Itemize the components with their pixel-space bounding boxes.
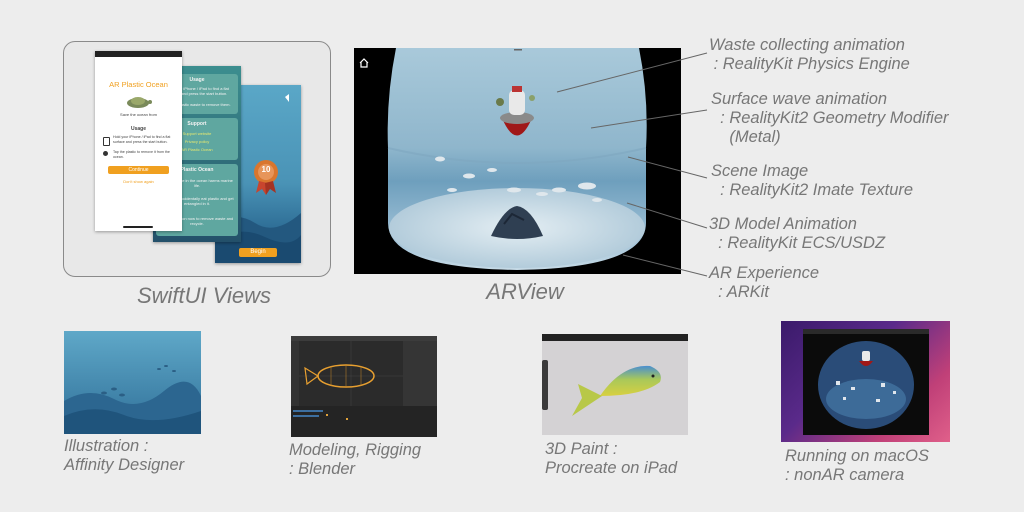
annotation-physics: Waste collecting animation : RealityKit … (709, 36, 910, 74)
annotation-title: 3D Model Animation (709, 215, 857, 233)
annotation-title: Waste collecting animation (709, 36, 905, 54)
illustration-thumbnail (64, 331, 201, 434)
annotation-ecs-usdz: 3D Model Animation : RealityKit ECS/USDZ (709, 215, 885, 253)
annotation-sub: : RealityKit Physics Engine (709, 55, 910, 73)
blender-caption: Modeling, Rigging : Blender (289, 441, 421, 479)
annotation-image-texture: Scene Image : RealityKit2 Imate Texture (711, 162, 913, 200)
annotation-sub: : ARKit (709, 283, 769, 301)
caption-line-1: Running on macOS (785, 447, 929, 465)
annotation-title: Scene Image (711, 162, 809, 180)
caption-line-1: 3D Paint : (545, 440, 618, 458)
procreate-thumbnail (542, 334, 688, 435)
caption-line-2: : nonAR camera (785, 466, 905, 484)
caption-line-1: Illustration : (64, 437, 149, 455)
annotation-sub: : RealityKit2 Geometry Modifier (Metal) (720, 109, 949, 146)
blender-thumbnail (291, 336, 437, 437)
caption-line-2: : Blender (289, 460, 356, 478)
caption-line-1: Modeling, Rigging (289, 441, 422, 459)
illustration-caption: Illustration : Affinity Designer (64, 437, 184, 475)
annotation-title: Surface wave animation (711, 90, 888, 108)
caption-line-2: Procreate on iPad (545, 459, 678, 477)
annotation-title: AR Experience (709, 264, 820, 282)
annotation-sub: : RealityKit ECS/USDZ (709, 234, 886, 252)
fish-icon (600, 365, 661, 396)
macos-thumbnail (781, 321, 950, 442)
caption-line-2: Affinity Designer (64, 456, 185, 474)
annotation-geometry-modifier: Surface wave animation : RealityKit2 Geo… (711, 90, 949, 147)
procreate-caption: 3D Paint : Procreate on iPad (545, 440, 677, 478)
annotation-arkit: AR Experience : ARKit (709, 264, 819, 302)
annotation-sub: : RealityKit2 Imate Texture (711, 181, 914, 199)
macos-caption: Running on macOS : nonAR camera (785, 447, 929, 485)
